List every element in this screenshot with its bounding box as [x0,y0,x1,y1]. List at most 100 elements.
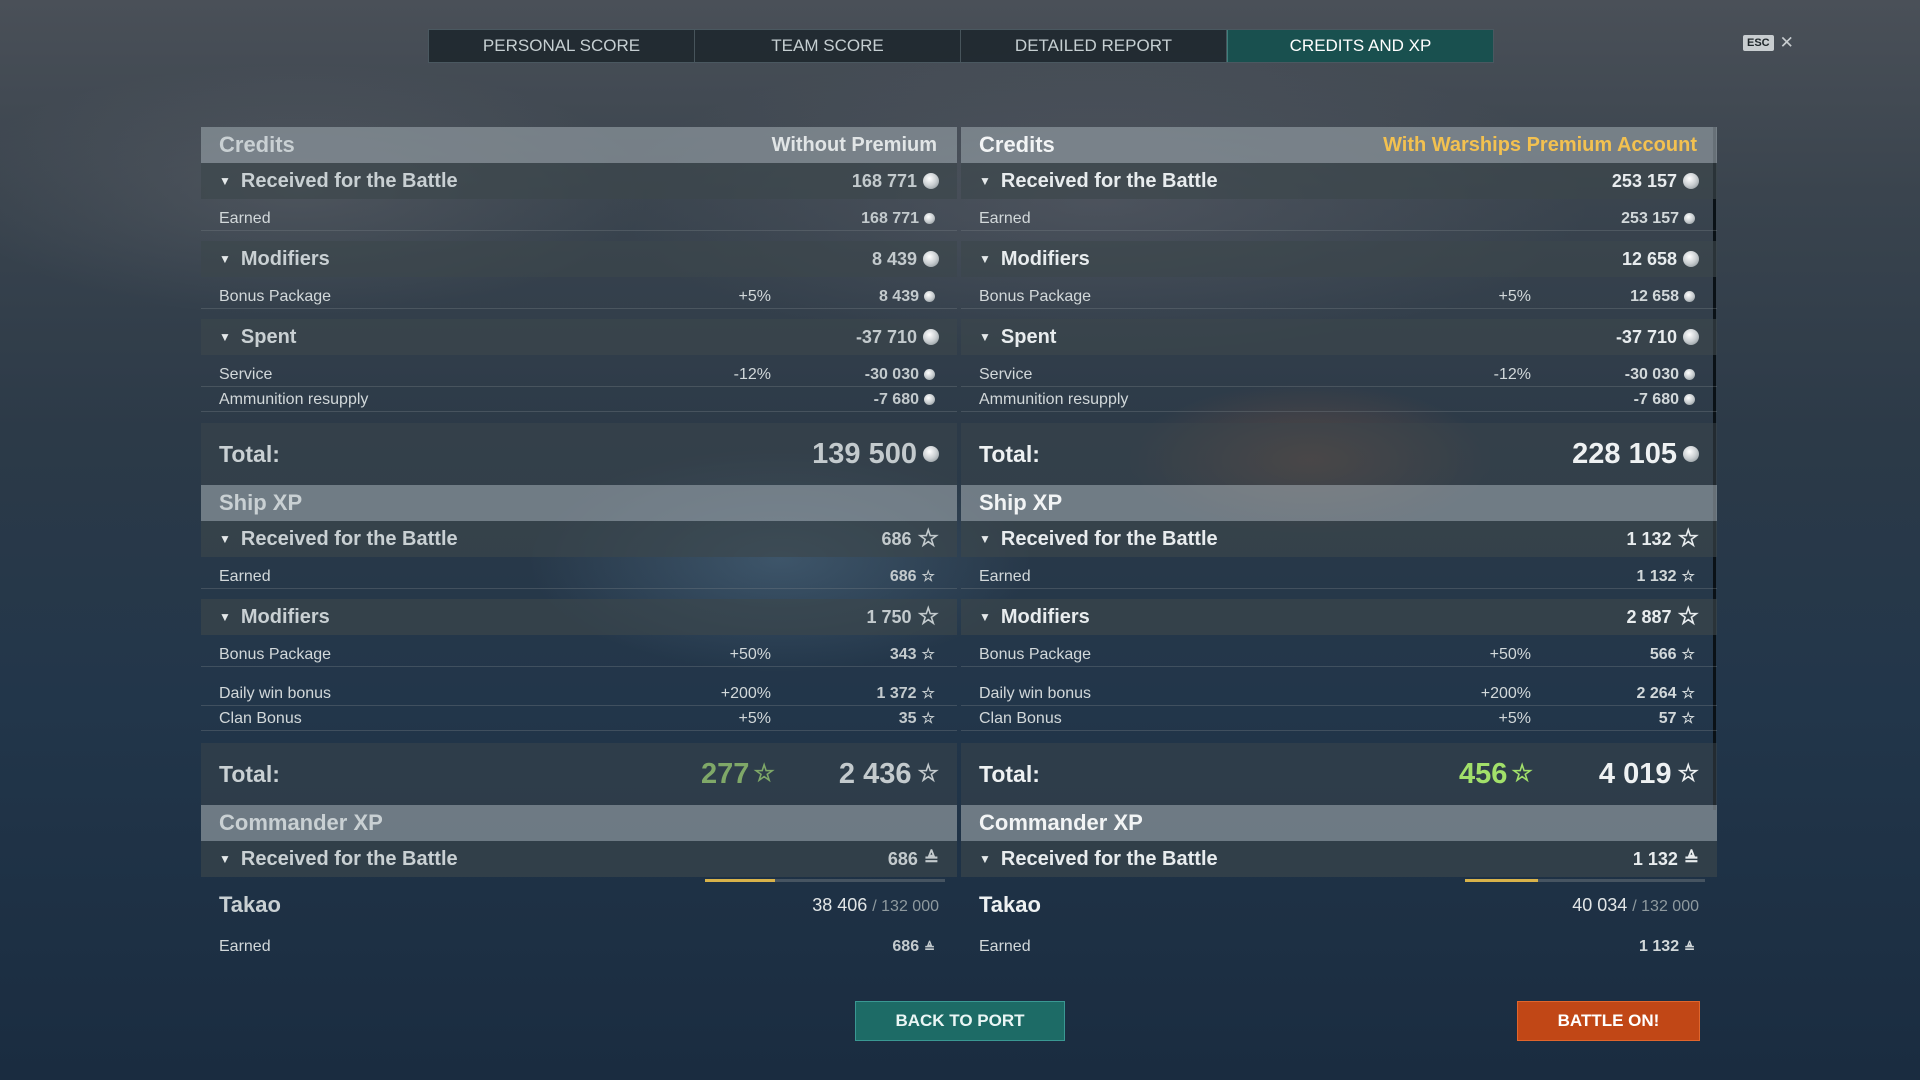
total-label: Total: [979,760,1040,787]
credits-spent-row[interactable]: ▼ Spent -37 710 [201,319,957,355]
section-title: Credits [219,132,295,157]
ship-xp-header: Ship XP [201,485,957,521]
credit-coin-icon [924,369,935,380]
xp-total-row: Total: 277 ☆ 2 436 ☆ [201,743,957,805]
tab-detailed-report[interactable]: DETAILED REPORT [961,30,1227,62]
row-value: 8 439 [871,248,917,269]
row-label: Received for the Battle [240,169,458,192]
panel-without-premium: Credits Without Premium ▼ Received for t… [201,127,957,965]
xp-received-row[interactable]: ▼ Received for the Battle 1 132 ☆ [961,521,1717,557]
elite-star-icon: ☆ [753,760,775,787]
section-title: Commander XP [979,810,1143,835]
star-icon: ☆ [921,710,935,727]
triangle-down-icon[interactable]: ▼ [219,610,231,624]
tab-personal-score[interactable]: PERSONAL SCORE [429,30,695,62]
credits-total-value: 228 105 [1572,437,1677,470]
commander-name: Takao [979,892,1041,917]
credit-coin-icon [923,173,939,189]
star-icon: ☆ [1681,568,1695,585]
triangle-down-icon[interactable]: ▼ [979,532,991,546]
row-label: Service [219,365,273,383]
credits-service-row: Service -12% -30 030 [201,363,957,387]
row-value: -30 030 [1624,365,1679,383]
credit-coin-icon [924,213,935,224]
tab-credits-and-xp[interactable]: CREDITS AND XP [1227,30,1493,62]
credits-spent-row[interactable]: ▼ Spent -37 710 [961,319,1717,355]
total-label: Total: [219,760,280,787]
commander-row: Takao 40 034 / 132 000 [961,879,1717,923]
triangle-down-icon[interactable]: ▼ [979,330,991,344]
battle-on-button[interactable]: BATTLE ON! [1517,1001,1700,1041]
row-value: 686 [881,528,912,549]
triangle-down-icon[interactable]: ▼ [219,330,231,344]
triangle-down-icon[interactable]: ▼ [979,174,991,188]
triangle-down-icon[interactable]: ▼ [219,252,231,266]
credits-bonus-row: Bonus Package +5% 8 439 [201,285,957,309]
credit-coin-icon [923,329,939,345]
triangle-down-icon[interactable]: ▼ [979,252,991,266]
xp-modifiers-row[interactable]: ▼ Modifiers 1 750 ☆ [201,599,957,635]
xp-bonus-row: Bonus Package +50% 566 ☆ [961,643,1717,667]
row-label: Earned [219,567,271,585]
elite-xp-value: 277 ☆ [701,758,775,791]
xp-earned-row: Earned 686 ☆ [201,565,957,589]
commander-xp-header: Commander XP [961,805,1717,841]
tab-team-score[interactable]: TEAM SCORE [695,30,961,62]
row-percent: +5% [738,709,771,727]
close-button[interactable]: ESC ✕ [1743,33,1794,53]
credit-coin-icon [1684,291,1695,302]
row-percent: +200% [720,684,771,702]
row-value: 168 771 [851,170,917,191]
credit-coin-icon [924,291,935,302]
xp-received-row[interactable]: ▼ Received for the Battle 686 ☆ [201,521,957,557]
row-value: 343 [889,645,917,663]
credits-received-row[interactable]: ▼ Received for the Battle 168 771 [201,163,957,199]
row-label: Earned [979,567,1031,585]
star-icon: ☆ [1681,685,1695,702]
commander-row: Takao 38 406 / 132 000 [201,879,957,923]
row-percent: -12% [1493,365,1531,383]
row-percent: +50% [1489,645,1531,663]
cmdr-received-row[interactable]: ▼ Received for the Battle 1 132 ≜ [961,841,1717,877]
row-label: Spent [1000,325,1057,348]
cmdr-earned-row: Earned 686 ≜ [201,935,957,959]
row-value: 12 658 [1630,287,1679,305]
row-value: 253 157 [1621,209,1679,227]
row-label: Modifiers [1000,605,1090,628]
row-label: Earned [979,209,1031,227]
credit-coin-icon [1684,394,1695,405]
triangle-down-icon[interactable]: ▼ [979,852,991,866]
star-icon: ☆ [1677,760,1699,787]
commander-xp-max: / 132 000 [1632,897,1699,915]
triangle-down-icon[interactable]: ▼ [219,174,231,188]
credit-coin-icon [924,394,935,405]
credits-ammo-row: Ammunition resupply -7 680 [961,388,1717,412]
close-icon[interactable]: ✕ [1780,33,1794,53]
xp-modifiers-row[interactable]: ▼ Modifiers 2 887 ☆ [961,599,1717,635]
row-value: 253 157 [1611,170,1677,191]
row-label: Bonus Package [979,287,1092,305]
row-label: Daily win bonus [219,684,332,702]
row-percent: +200% [1480,684,1531,702]
star-icon: ☆ [917,760,939,787]
row-label: Earned [219,938,271,955]
triangle-down-icon[interactable]: ▼ [219,852,231,866]
row-value: 1 132 [1639,938,1680,955]
triangle-down-icon[interactable]: ▼ [219,532,231,546]
cmdr-received-row[interactable]: ▼ Received for the Battle 686 ≜ [201,841,957,877]
back-to-port-button[interactable]: BACK TO PORT [855,1001,1065,1041]
credits-received-row[interactable]: ▼ Received for the Battle 253 157 [961,163,1717,199]
row-label: Daily win bonus [979,684,1092,702]
section-title: Credits [979,132,1055,157]
credit-coin-icon [1683,251,1699,267]
row-label: Modifiers [1000,247,1090,270]
row-percent: +5% [1498,709,1531,727]
credits-modifiers-row[interactable]: ▼ Modifiers 8 439 [201,241,957,277]
credits-modifiers-row[interactable]: ▼ Modifiers 12 658 [961,241,1717,277]
triangle-down-icon[interactable]: ▼ [979,610,991,624]
credits-total-value: 139 500 [812,437,917,470]
total-label: Total: [219,440,280,467]
row-value: 2 887 [1626,606,1672,627]
star-icon: ☆ [921,568,935,585]
row-label: Earned [979,938,1031,955]
